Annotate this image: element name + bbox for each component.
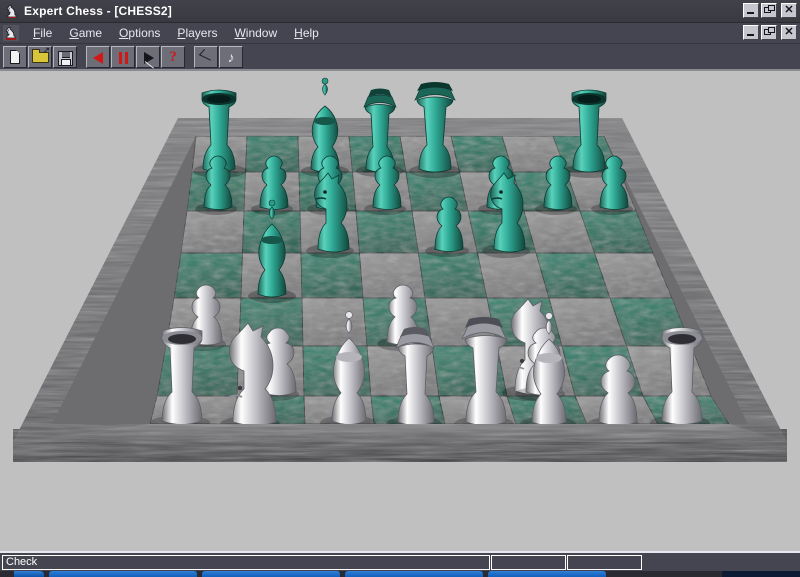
open-button[interactable] [28, 45, 52, 68]
chess-board-svg[interactable] [0, 73, 800, 551]
minimize-button[interactable] [743, 3, 759, 18]
take-back-button[interactable] [86, 45, 110, 68]
taskbar-item-4[interactable] [488, 571, 606, 577]
mdi-window-controls: ✕ [743, 25, 797, 40]
taskbar-item-3[interactable] [345, 571, 483, 577]
title-bar: Expert Chess - [CHESS2] ✕ [0, 0, 800, 23]
close-icon: ✕ [784, 4, 794, 16]
window-title: Expert Chess - [CHESS2] [24, 4, 172, 18]
status-bar: Check [0, 551, 800, 571]
menu-item-help[interactable]: Help [286, 24, 328, 42]
menu-item-window-label: indow [245, 26, 278, 40]
pause-icon [119, 51, 128, 64]
sound-button[interactable]: ♪ [219, 45, 243, 68]
triangle-left-icon [93, 51, 103, 64]
menu-bar: File Game Options Players Window Help ✕ [0, 23, 800, 44]
expert-chess-window: Expert Chess - [CHESS2] ✕ File Game Opti… [0, 0, 800, 577]
menu-item-file-label: ile [40, 26, 53, 40]
status-panel-2 [491, 554, 566, 570]
menu-item-game-label: ame [78, 26, 103, 40]
menu-item-help-label: elp [302, 26, 319, 40]
taskbar-item-2[interactable] [202, 571, 340, 577]
mdi-restore-button[interactable] [761, 25, 777, 40]
floppy-disk-icon [58, 50, 73, 66]
hint-button[interactable] [194, 45, 218, 68]
question-mark-icon: ? [169, 48, 177, 65]
status-panel-3 [567, 554, 642, 570]
open-folder-icon [32, 46, 50, 63]
status-message: Check [2, 554, 490, 570]
pause-button[interactable] [111, 45, 135, 68]
mdi-document-icon[interactable] [3, 25, 19, 41]
help-button[interactable]: ? [161, 45, 185, 68]
taskbar [0, 571, 800, 577]
chess-board[interactable] [0, 73, 800, 551]
menu-item-options[interactable]: Options [111, 24, 169, 42]
music-note-icon: ♪ [227, 48, 235, 65]
menu-item-window[interactable]: Window [226, 24, 286, 42]
triangle-right-icon [144, 51, 154, 64]
mdi-minimize-button[interactable] [743, 25, 759, 40]
menu-item-players[interactable]: Players [169, 24, 226, 42]
move-arrow-icon [199, 52, 213, 64]
document-icon [10, 49, 20, 64]
chess-knight-icon[interactable] [4, 3, 20, 19]
window-controls: ✕ [743, 3, 797, 18]
play-button[interactable] [136, 45, 160, 68]
menu-item-file[interactable]: File [25, 24, 61, 42]
start-button[interactable] [14, 571, 44, 577]
toolbar: ? ♪ [0, 44, 800, 71]
menu-item-players-label: layers [185, 26, 218, 40]
close-button[interactable]: ✕ [781, 3, 797, 18]
mdi-close-icon: ✕ [784, 26, 794, 38]
restore-button[interactable] [761, 3, 777, 18]
taskbar-item-1[interactable] [49, 571, 197, 577]
menu-item-options-label: ptions [128, 26, 161, 40]
new-game-button[interactable] [3, 45, 27, 68]
mdi-close-button[interactable]: ✕ [781, 25, 797, 40]
save-button[interactable] [53, 45, 77, 68]
game-client-area [0, 73, 800, 551]
menu-item-game[interactable]: Game [61, 24, 111, 42]
system-tray[interactable] [722, 571, 800, 577]
